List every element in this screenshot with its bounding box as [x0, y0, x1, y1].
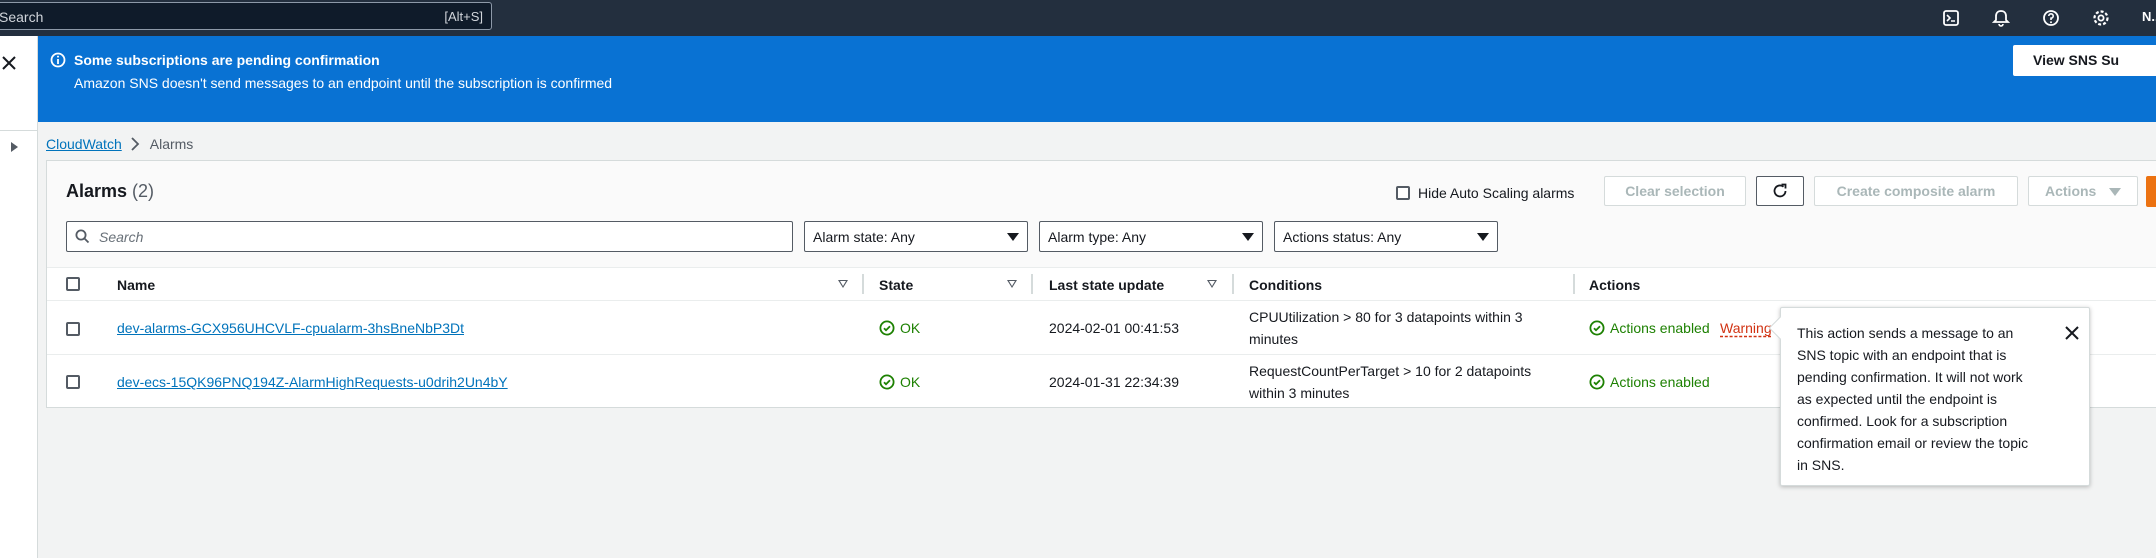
global-search-input[interactable]: Search [Alt+S]: [0, 2, 492, 30]
actions-enabled-label: Actions enabled: [1610, 320, 1710, 336]
table-header: Name State Last state update Conditions …: [47, 268, 2156, 301]
view-sns-subscriptions-button[interactable]: View SNS Su: [2013, 45, 2156, 76]
column-divider[interactable]: [862, 274, 864, 294]
alarms-title: Alarms: [66, 181, 128, 201]
actions-dropdown-label: Actions: [2045, 183, 2097, 199]
breadcrumb-current: Alarms: [149, 136, 194, 152]
alarms-header: Alarms (2) Hide Auto Scaling alarms Clea…: [47, 161, 2156, 268]
banner-description: Amazon SNS doesn't send messages to an e…: [74, 75, 613, 91]
status-ok-icon: [879, 374, 895, 390]
actions-dropdown-button[interactable]: Actions: [2028, 176, 2138, 206]
column-conditions-header: Conditions: [1249, 277, 1323, 293]
select-all-checkbox[interactable]: [66, 277, 80, 291]
conditions-line-2: minutes: [1249, 331, 1299, 347]
caret-down-icon: [1242, 233, 1254, 241]
expand-triangle-icon[interactable]: [6, 139, 22, 155]
actions-status-filter-label: Actions status: Any: [1283, 229, 1402, 245]
alarm-name-link[interactable]: dev-ecs-15QK96PNQ194Z-AlarmHighRequests-…: [117, 371, 508, 393]
warning-popover-trigger[interactable]: Warning: [1720, 317, 1772, 339]
caret-down-icon: [1007, 233, 1019, 241]
refresh-icon: [1773, 183, 1787, 198]
help-icon[interactable]: [2039, 6, 2063, 30]
create-alarm-button[interactable]: [2146, 176, 2156, 207]
actions-enabled-status: Actions enabled: [1589, 371, 1710, 393]
close-icon[interactable]: [2063, 324, 2081, 342]
caret-down-icon: [2109, 188, 2121, 196]
column-actions-header: Actions: [1589, 277, 1641, 293]
alarm-state-ok: OK: [879, 317, 920, 339]
alarm-state-filter-label: Alarm state: Any: [813, 229, 915, 245]
actions-enabled-status: Actions enabled: [1589, 317, 1710, 339]
sort-icon[interactable]: [1207, 280, 1217, 288]
top-navigation-bar: Search [Alt+S] N...: [0, 0, 2156, 36]
column-last-update-header[interactable]: Last state update: [1049, 277, 1164, 293]
column-divider[interactable]: [1232, 274, 1234, 294]
create-composite-alarm-button[interactable]: Create composite alarm: [1814, 176, 2018, 206]
clear-selection-button[interactable]: Clear selection: [1604, 176, 1746, 206]
row-checkbox[interactable]: [66, 375, 80, 389]
hide-autoscaling-label: Hide Auto Scaling alarms: [1418, 185, 1575, 201]
alarm-state-ok: OK: [879, 371, 920, 393]
alarm-state-filter[interactable]: Alarm state: Any: [804, 221, 1028, 252]
column-name-header[interactable]: Name: [117, 277, 155, 293]
alarm-state-label: OK: [900, 320, 921, 336]
column-divider[interactable]: [1031, 274, 1033, 294]
column-divider[interactable]: [1573, 274, 1575, 294]
cloudshell-icon[interactable]: [1939, 6, 1963, 30]
chevron-right-icon: [131, 137, 140, 151]
user-menu[interactable]: N...: [2142, 9, 2156, 24]
conditions-line-1: RequestCountPerTarget > 10 for 2 datapoi…: [1249, 363, 1532, 379]
alarm-state-label: OK: [900, 374, 921, 390]
conditions-line-1: CPUUtilization > 80 for 3 datapoints wit…: [1249, 309, 1523, 325]
popover-text: This action sends a message to an SNS to…: [1797, 325, 2029, 473]
refresh-button[interactable]: [1756, 176, 1804, 206]
divider: [0, 130, 37, 131]
search-shortcut: [Alt+S]: [444, 9, 483, 24]
column-state-header[interactable]: State: [879, 277, 913, 293]
info-icon: [50, 52, 66, 68]
alarm-type-filter-label: Alarm type: Any: [1048, 229, 1147, 245]
last-update-value: 2024-02-01 00:41:53: [1049, 320, 1179, 336]
alarms-search-input[interactable]: Search: [66, 221, 793, 252]
sort-icon[interactable]: [838, 280, 848, 288]
alarm-name-link[interactable]: dev-alarms-GCX956UHCVLF-cpualarm-3hsBneN…: [117, 317, 464, 339]
last-update-value: 2024-01-31 22:34:39: [1049, 374, 1179, 390]
close-navigation-icon[interactable]: [0, 54, 20, 74]
side-navigation: [0, 36, 38, 558]
banner-title: Some subscriptions are pending confirmat…: [74, 52, 380, 68]
breadcrumb: CloudWatch Alarms: [46, 136, 193, 152]
conditions-line-2: within 3 minutes: [1249, 385, 1350, 401]
row-checkbox[interactable]: [66, 322, 80, 336]
warning-popover: This action sends a message to an SNS to…: [1768, 307, 2090, 486]
search-placeholder: Search: [0, 9, 44, 25]
status-ok-icon: [879, 320, 895, 336]
alarm-type-filter[interactable]: Alarm type: Any: [1039, 221, 1263, 252]
status-ok-icon: [1589, 320, 1605, 336]
breadcrumb-cloudwatch-link[interactable]: CloudWatch: [46, 136, 122, 152]
hide-autoscaling-checkbox[interactable]: [1396, 186, 1410, 200]
page-title: Alarms (2): [66, 181, 154, 202]
status-ok-icon: [1589, 374, 1605, 390]
sort-icon[interactable]: [1007, 280, 1017, 288]
notifications-icon[interactable]: [1989, 6, 2013, 30]
pending-confirmation-banner: Some subscriptions are pending confirmat…: [38, 36, 2156, 122]
actions-status-filter[interactable]: Actions status: Any: [1274, 221, 1498, 252]
search-icon: [75, 229, 90, 244]
actions-enabled-label: Actions enabled: [1610, 374, 1710, 390]
alarms-search-placeholder: Search: [99, 229, 144, 245]
settings-icon[interactable]: [2089, 6, 2113, 30]
alarms-count: (2): [132, 181, 155, 201]
caret-down-icon: [1477, 233, 1489, 241]
